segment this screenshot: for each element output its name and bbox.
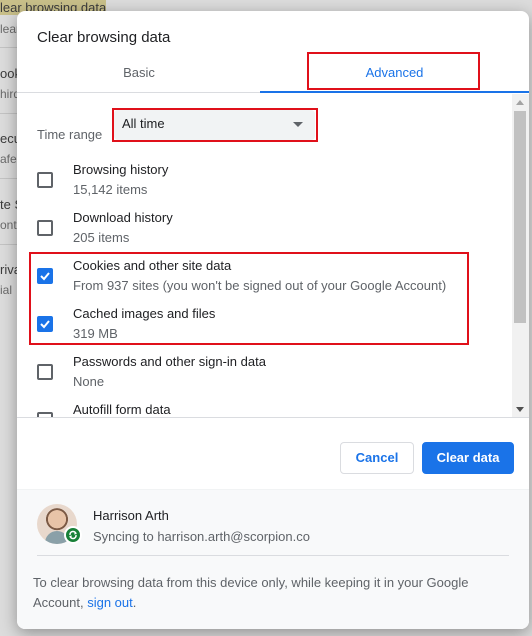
passwords-checkbox[interactable]: [37, 364, 53, 380]
cookies-checkbox[interactable]: [37, 268, 53, 284]
option-cached-images[interactable]: Cached images and files 319 MB: [17, 306, 513, 354]
option-title: Autofill form data: [73, 402, 171, 417]
bg-line: afe: [0, 152, 17, 166]
options-list: Time range All time Browsing history 15,…: [17, 94, 529, 418]
option-autofill[interactable]: Autofill form data: [17, 402, 513, 418]
scrollbar-thumb[interactable]: [514, 111, 526, 323]
active-tab-indicator: [260, 91, 529, 93]
dialog-title: Clear browsing data: [37, 29, 171, 46]
option-cookies[interactable]: Cookies and other site data From 937 sit…: [17, 258, 513, 306]
clear-data-button[interactable]: Clear data: [422, 442, 514, 474]
option-subtitle: 205 items: [73, 230, 130, 245]
checkmark-icon: [40, 272, 50, 281]
bg-line: ont: [0, 218, 17, 232]
option-browsing-history[interactable]: Browsing history 15,142 items: [17, 162, 513, 210]
option-subtitle: 15,142 items: [73, 182, 148, 197]
option-subtitle: 319 MB: [73, 326, 118, 341]
account-footer: Harrison Arth Syncing to harrison.arth@s…: [17, 489, 529, 629]
time-range-select[interactable]: All time: [114, 110, 315, 140]
sync-status: Syncing to harrison.arth@scorpion.co: [93, 529, 310, 544]
option-subtitle: From 937 sites (you won't be signed out …: [73, 278, 447, 293]
tab-advanced[interactable]: Advanced: [260, 57, 529, 93]
cancel-button[interactable]: Cancel: [340, 442, 414, 474]
checkmark-icon: [40, 320, 50, 329]
download-history-checkbox[interactable]: [37, 220, 53, 236]
option-title: Passwords and other sign-in data: [73, 354, 266, 369]
footer-note-end: .: [132, 595, 137, 610]
option-title: Browsing history: [73, 162, 169, 177]
account-name: Harrison Arth: [93, 508, 169, 523]
option-title: Cookies and other site data: [73, 258, 232, 273]
dropdown-arrow-icon: [293, 122, 303, 127]
tab-basic[interactable]: Basic: [17, 57, 261, 93]
bg-line: ial: [0, 283, 13, 297]
option-title: Cached images and files: [73, 306, 216, 321]
option-title: Download history: [73, 210, 173, 225]
option-download-history[interactable]: Download history 205 items: [17, 210, 513, 258]
clear-browsing-data-dialog: Clear browsing data Basic Advanced Time …: [17, 11, 529, 629]
browsing-history-checkbox[interactable]: [37, 172, 53, 188]
scroll-up-arrow-icon[interactable]: [516, 100, 524, 105]
option-subtitle: None: [73, 374, 105, 389]
sign-out-link[interactable]: sign out: [87, 595, 133, 610]
footer-divider: [37, 555, 509, 556]
list-divider: [17, 417, 529, 418]
time-range-label: Time range: [37, 127, 103, 142]
vertical-scrollbar[interactable]: [512, 94, 529, 418]
scroll-down-arrow-icon[interactable]: [516, 407, 524, 412]
sync-icon: [64, 526, 82, 544]
time-range-value: All time: [122, 116, 165, 131]
option-passwords[interactable]: Passwords and other sign-in data None: [17, 354, 513, 402]
footer-note: To clear browsing data from this device …: [33, 573, 503, 613]
tab-bar: Basic Advanced: [17, 57, 529, 93]
cached-images-checkbox[interactable]: [37, 316, 53, 332]
